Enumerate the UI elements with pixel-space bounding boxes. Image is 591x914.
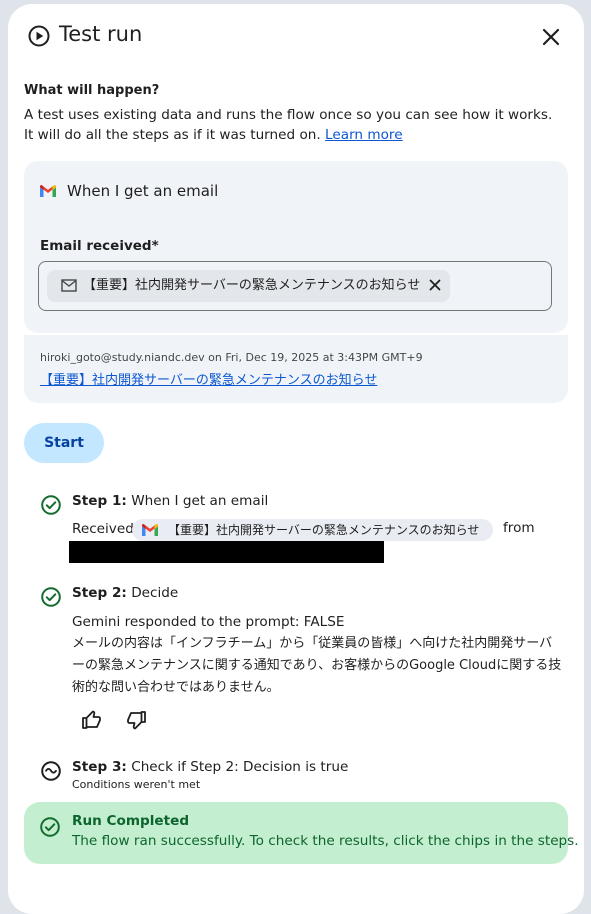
step-1-title: Step 1: When I get an email <box>72 493 268 509</box>
start-button[interactable]: Start <box>24 423 104 463</box>
email-meta-card: hiroki_goto@study.niandc.dev on Fri, Dec… <box>24 335 568 403</box>
step-2-label: Step 2: <box>72 585 127 601</box>
gemini-response-line: Gemini responded to the prompt: FALSE <box>72 614 345 630</box>
trigger-card: When I get an email Email received* 【重要】… <box>24 161 568 333</box>
intro-heading: What will happen? <box>24 83 160 98</box>
received-chip-label: 【重要】社内開発サーバーの緊急メンテナンスのお知らせ <box>168 523 480 537</box>
gmail-icon <box>40 185 56 197</box>
learn-more-link[interactable]: Learn more <box>325 127 403 143</box>
check-circle-icon <box>41 587 61 607</box>
completed-description: The flow ran successfully. To check the … <box>72 833 579 849</box>
intro-text: A test uses existing data and runs the f… <box>24 107 553 143</box>
step-2-title: Step 2: Decide <box>72 585 178 601</box>
mail-icon <box>61 279 77 292</box>
completed-title: Run Completed <box>72 813 190 829</box>
email-chip-label: 【重要】社内開発サーバーの緊急メンテナンスのお知らせ <box>83 278 421 293</box>
close-icon[interactable] <box>538 24 564 50</box>
check-circle-icon <box>41 495 61 515</box>
received-email-chip[interactable]: 【重要】社内開発サーバーの緊急メンテナンスのお知らせ <box>132 519 494 541</box>
step-2-response: Gemini responded to the prompt: FALSE メー… <box>72 611 562 699</box>
trigger-label: When I get an email <box>67 182 219 200</box>
page-title: Test run <box>59 22 143 46</box>
email-field-label: Email received* <box>40 238 159 254</box>
email-chip[interactable]: 【重要】社内開発サーバーの緊急メンテナンスのお知らせ <box>47 270 451 302</box>
skipped-step-icon <box>41 761 61 781</box>
email-subject-link[interactable]: 【重要】社内開発サーバーの緊急メンテナンスのお知らせ <box>40 369 377 388</box>
panel-header: Test run <box>8 4 584 68</box>
check-circle-icon <box>40 817 60 837</box>
step-1-label: Step 1: <box>72 493 127 509</box>
gemini-response-body: メールの内容は「インフラチーム」から「従業員の皆様」へ向けた社内開発サーバーの緊… <box>72 636 562 695</box>
gmail-icon <box>142 524 158 536</box>
step-1-name: When I get an email <box>131 493 269 509</box>
play-circle-icon <box>28 25 50 47</box>
remove-chip-icon[interactable] <box>428 278 442 292</box>
test-run-panel: Test run What will happen? A test uses e… <box>8 4 584 914</box>
received-prefix: Received <box>72 521 134 537</box>
step-3-name: Check if Step 2: Decision is true <box>131 759 349 775</box>
email-received-field[interactable]: 【重要】社内開発サーバーの緊急メンテナンスのお知らせ <box>38 261 552 311</box>
redacted-sender <box>69 541 384 563</box>
thumbs-down-icon[interactable] <box>124 708 148 732</box>
run-completed-banner: Run Completed The flow ran successfully.… <box>24 802 579 864</box>
email-sender-line: hiroki_goto@study.niandc.dev on Fri, Dec… <box>40 351 423 364</box>
step-3-label: Step 3: <box>72 759 127 775</box>
step-3-title: Step 3: Check if Step 2: Decision is tru… <box>72 759 348 775</box>
intro-description: A test uses existing data and runs the f… <box>24 105 564 145</box>
from-label: from <box>503 520 535 536</box>
step-3-note: Conditions weren't met <box>72 778 201 791</box>
thumbs-up-icon[interactable] <box>80 708 104 732</box>
step-2-name: Decide <box>131 585 179 601</box>
